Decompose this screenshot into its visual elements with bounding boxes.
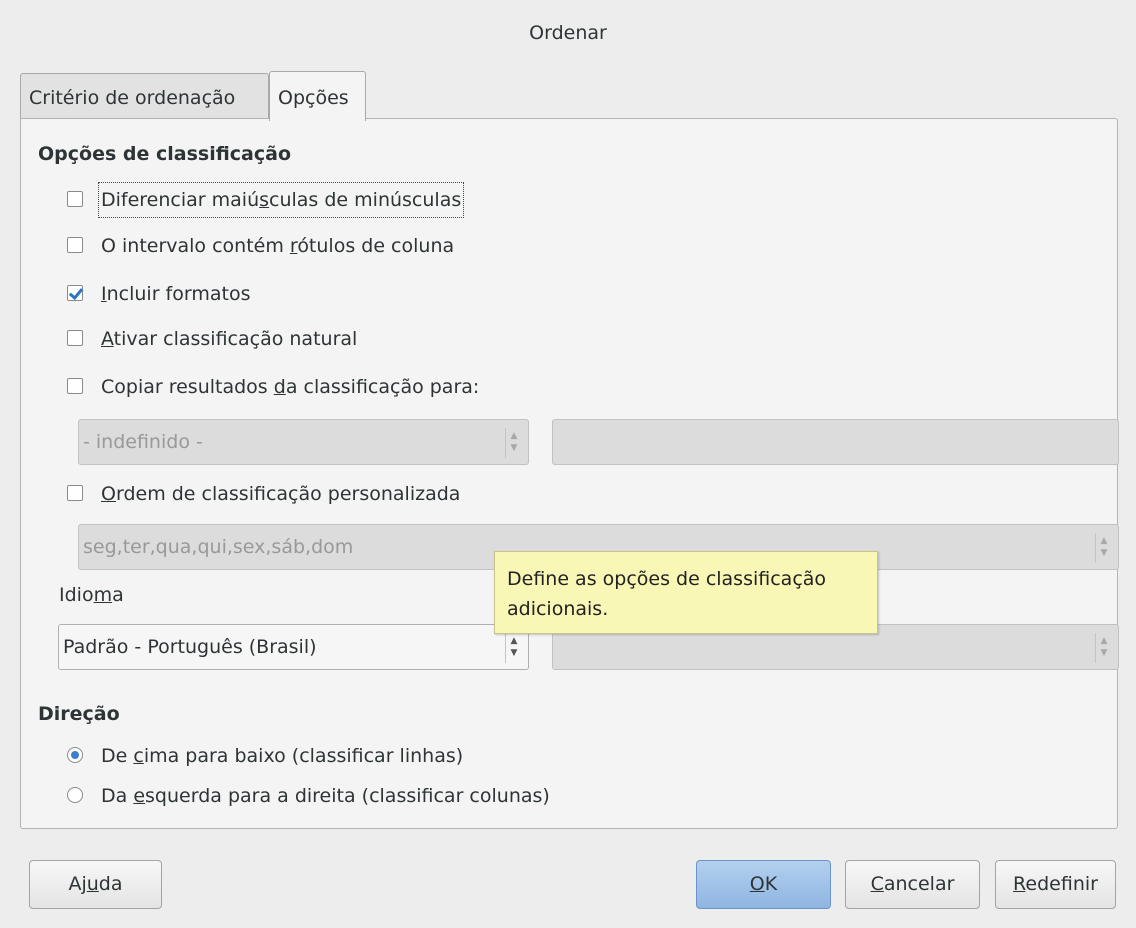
custom-order-checkbox[interactable] xyxy=(67,485,83,501)
natural-sort-checkbox[interactable] xyxy=(67,330,83,346)
include-formats-label: Incluir formatos xyxy=(101,283,251,305)
spin-arrows-icon: ▲ ▼ xyxy=(1095,533,1112,563)
spin-arrows-icon: ▲ ▼ xyxy=(1095,633,1112,663)
copy-target-select-value: - indefinido - xyxy=(83,431,203,453)
language-select-value: Padrão - Português (Brasil) xyxy=(63,636,317,658)
spin-arrows-icon: ▲ ▼ xyxy=(505,428,522,458)
copy-results-label: Copiar resultados da classificação para: xyxy=(101,376,480,398)
top-bottom-radio[interactable] xyxy=(67,747,83,763)
case-sensitive-checkbox[interactable] xyxy=(67,191,83,207)
has-headers-label: O intervalo contém rótulos de coluna xyxy=(101,235,455,257)
has-headers-checkbox[interactable] xyxy=(67,237,83,253)
left-right-radio[interactable] xyxy=(67,787,83,803)
copy-target-select[interactable]: - indefinido - ▲ ▼ xyxy=(78,419,529,465)
reset-button[interactable]: Redefinir xyxy=(995,860,1116,909)
direction-left-right-option[interactable]: Da esquerda para a direita (classificar … xyxy=(67,781,687,811)
custom-order-label: Ordem de classificação personalizada xyxy=(101,483,461,505)
include-formats-option[interactable]: Incluir formatos xyxy=(67,279,547,309)
copy-results-option[interactable]: Copiar resultados da classificação para: xyxy=(67,372,547,402)
direction-top-bottom-option[interactable]: De cima para baixo (classificar linhas) xyxy=(67,741,627,771)
direction-title: Direção xyxy=(38,703,120,725)
cancel-button[interactable]: Cancelar xyxy=(845,860,980,909)
tab-sort-criteria[interactable]: Critério de ordenação xyxy=(20,73,269,119)
window-title: Ordenar xyxy=(529,22,607,44)
copy-target-input[interactable] xyxy=(552,419,1119,465)
tab-options[interactable]: Opções xyxy=(269,71,366,121)
top-bottom-label: De cima para baixo (classificar linhas) xyxy=(101,745,464,767)
help-button[interactable]: Ajuda xyxy=(29,860,162,909)
ok-button[interactable]: OK xyxy=(696,860,831,909)
language-select[interactable]: Padrão - Português (Brasil) ▲ ▼ xyxy=(58,624,529,670)
sort-options-title: Opções de classificação xyxy=(38,143,292,165)
tooltip: Define as opções de classificação adicio… xyxy=(494,551,878,634)
natural-sort-label: Ativar classificação natural xyxy=(101,328,358,350)
spin-arrows-icon: ▲ ▼ xyxy=(505,633,522,663)
case-sensitive-label: Diferenciar maiúsculas de minúsculas xyxy=(97,182,465,218)
custom-order-select-value: seg,ter,qua,qui,sex,sáb,dom xyxy=(83,536,354,558)
custom-order-option[interactable]: Ordem de classificação personalizada xyxy=(67,479,547,509)
options-panel: Opções de classificação Diferenciar maiú… xyxy=(20,118,1119,829)
copy-results-checkbox[interactable] xyxy=(67,378,83,394)
case-sensitive-option[interactable]: Diferenciar maiúsculas de minúsculas xyxy=(67,182,547,218)
include-formats-checkbox[interactable] xyxy=(67,285,83,301)
natural-sort-option[interactable]: Ativar classificação natural xyxy=(67,324,547,354)
language-label: Idioma xyxy=(59,584,124,606)
has-headers-option[interactable]: O intervalo contém rótulos de coluna xyxy=(67,231,547,261)
left-right-label: Da esquerda para a direita (classificar … xyxy=(101,785,550,807)
